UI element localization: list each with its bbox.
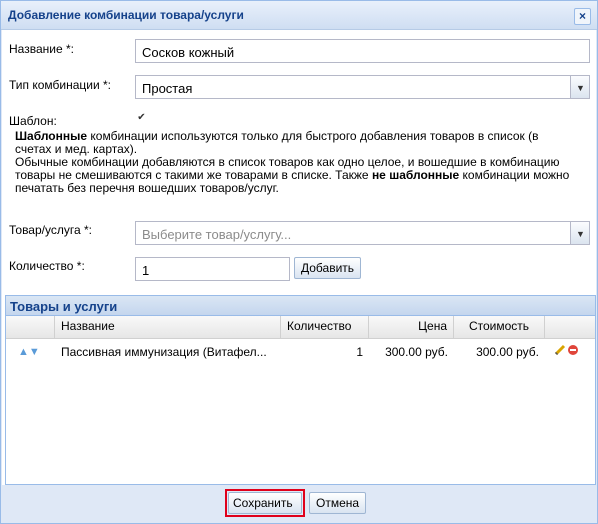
product-label: Товар/услуга *:: [9, 223, 92, 237]
type-combo[interactable]: Простая: [135, 75, 572, 99]
row-qty: 1: [356, 345, 363, 359]
column-header-cost[interactable]: Стоимость: [454, 316, 545, 338]
name-label: Название *:: [9, 42, 74, 56]
template-checkbox[interactable]: ✔: [136, 112, 147, 123]
row-price: 300.00 руб.: [385, 345, 448, 359]
grid-header-spacer: [6, 316, 55, 338]
name-field[interactable]: Сосков кожный: [135, 39, 590, 63]
cancel-button[interactable]: Отмена: [309, 492, 367, 514]
row-actions: [553, 339, 587, 365]
product-combo-trigger[interactable]: ▼: [570, 221, 590, 245]
info-text-1: комбинации используются только для быстр…: [15, 129, 539, 156]
dialog-footer: Сохранить Отмена: [1, 485, 597, 523]
items-grid: Товары и услуги Название Количество Цена…: [5, 295, 596, 485]
save-highlight: Сохранить: [225, 489, 305, 517]
type-combo-trigger[interactable]: ▼: [570, 75, 590, 99]
row-action-icons: [554, 344, 578, 356]
add-button[interactable]: Добавить: [294, 257, 362, 279]
column-header-name[interactable]: Название: [55, 316, 281, 338]
close-icon[interactable]: ×: [574, 8, 591, 25]
arrow-up-icon[interactable]: ▲: [18, 346, 29, 358]
column-header-qty[interactable]: Количество: [281, 316, 369, 338]
info-bold-1: Шаблонные: [15, 129, 88, 143]
qty-label: Количество *:: [9, 259, 85, 273]
grid-header: Название Количество Цена Стоимость: [6, 316, 595, 339]
save-button[interactable]: Сохранить: [228, 492, 302, 514]
dialog-window: Добавление комбинации товара/услуги × На…: [0, 0, 598, 524]
grid-title: Товары и услуги: [6, 296, 595, 316]
dialog-titlebar[interactable]: Добавление комбинации товара/услуги ×: [1, 1, 597, 30]
delete-icon[interactable]: [568, 345, 578, 355]
dialog-title: Добавление комбинации товара/услуги: [8, 8, 244, 22]
chevron-down-icon: ▼: [576, 83, 585, 93]
template-label: Шаблон:: [9, 114, 57, 128]
product-combo[interactable]: Выберите товар/услугу...: [135, 221, 572, 245]
reorder-arrows: ▲▼: [12, 339, 52, 365]
template-info: Шаблонные комбинации используются только…: [15, 130, 575, 195]
qty-field[interactable]: 1: [135, 257, 290, 281]
row-cost: 300.00 руб.: [476, 345, 539, 359]
type-label: Тип комбинации *:: [9, 78, 112, 92]
column-header-price[interactable]: Цена: [369, 316, 454, 338]
row-name: Пассивная иммунизация (Витафел...: [61, 345, 267, 359]
arrow-down-icon[interactable]: ▼: [29, 346, 40, 358]
table-row[interactable]: ▲▼ Пассивная иммунизация (Витафел... 1 3…: [6, 339, 595, 365]
pencil-icon[interactable]: [554, 344, 566, 356]
chevron-down-icon: ▼: [576, 229, 585, 239]
info-bold-2: не шаблонные: [371, 168, 460, 182]
